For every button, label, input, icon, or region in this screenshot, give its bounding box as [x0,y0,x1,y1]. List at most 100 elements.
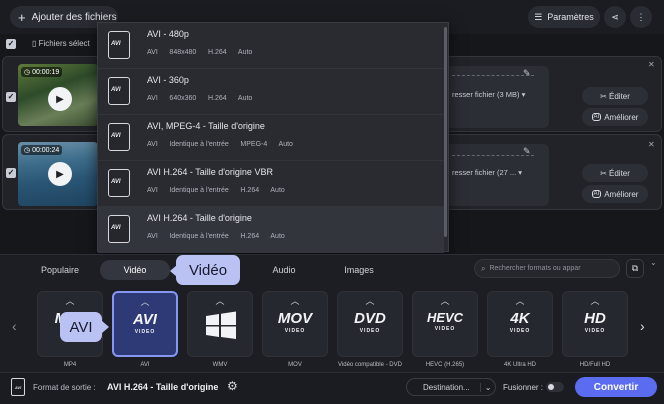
chevron-up-icon: ︿ [290,296,300,306]
merge-toggle[interactable] [546,382,564,392]
chevron-up-icon: ︿ [590,296,600,306]
files-selected-text: Fichiers sélect [38,39,90,48]
scroll-left-icon[interactable]: ‹ [12,318,17,334]
hd-logo-icon: HD VIDEO [584,310,606,334]
chevron-up-icon: ︿ [365,296,375,306]
play-icon[interactable]: ▶ [48,87,72,111]
edit-label: Éditer [609,91,630,101]
output-bar [0,372,664,404]
file-checkbox[interactable]: ✓ [6,168,16,178]
menu-item-avi-h264[interactable]: AVI AVI H.264 - Taille d'origine AVI Ide… [98,207,444,253]
video-thumbnail[interactable]: ◷ 00:00:19 ▶ [18,64,98,126]
chevron-up-icon: ︿ [140,297,150,307]
chevron-up-icon: ︿ [515,296,525,306]
tab-video[interactable]: Vidéo [100,260,170,280]
video-thumbnail[interactable]: ◷ 00:00:24 ▶ [18,142,98,206]
menu-item-meta: AVI Identique à l'entrée H.264 Auto [147,233,285,240]
improve-label: Améliorer [604,112,639,122]
settings-button[interactable]: ☰ Paramètres [528,6,600,28]
menu-item-title: AVI - 360p [147,75,189,85]
tab-images[interactable]: Images [324,260,394,280]
chevron-down-icon: ⌄ [479,382,491,392]
format-label: WMV [212,362,228,368]
tab-audio[interactable]: Audio [248,260,320,280]
more-menu-button[interactable]: ⋮ [630,6,652,28]
improve-button[interactable]: AI Améliorer [582,108,648,126]
close-icon[interactable]: ✕ [648,140,655,149]
avi-file-icon: AVI [108,31,130,59]
format-label: HEVC (H.265) [425,362,465,368]
duration-badge: ◷ 00:00:19 [21,67,63,77]
avi-file-icon: AVI [108,77,130,105]
chevron-up-icon: ︿ [215,296,225,306]
play-icon[interactable]: ▶ [48,162,72,186]
menu-item-avi-mpeg4[interactable]: AVI AVI, MPEG-4 - Taille d'origine AVI I… [98,115,444,161]
format-tile-wmv[interactable]: ︿ [187,291,253,357]
file-checkbox[interactable]: ✓ [6,92,16,102]
compress-text: resser fichier (27 ... [452,168,517,177]
format-label: 4K Ultra HD [503,362,536,368]
rename-icon[interactable] [452,154,534,156]
files-selected-label: ▯ Fichiers sélect [32,39,90,48]
device-detect-button[interactable]: ⧉ [626,259,644,278]
windows-logo-icon [206,311,236,339]
collapse-panel-icon[interactable]: ⌄ [650,258,657,267]
menu-item-title: AVI H.264 - Taille d'origine VBR [147,167,273,177]
menu-item-title: AVI - 480p [147,29,189,39]
destination-button[interactable]: Destination... ⌄ [406,378,496,396]
settings-label: Paramètres [547,12,594,22]
compress-dropdown[interactable]: resser fichier (27 ... ▾ [452,168,522,177]
format-tile-4k[interactable]: ︿ 4K VIDEO [487,291,553,357]
close-icon[interactable]: ✕ [648,60,655,69]
search-field[interactable]: ⌕ Rechercher formats ou appar [474,259,620,278]
menu-item-title: AVI H.264 - Taille d'origine [147,213,252,223]
rename-icon[interactable] [452,74,534,76]
destination-label: Destination... [423,382,470,392]
chevron-up-icon: ︿ [440,296,450,306]
search-icon: ⌕ [481,263,486,273]
compress-dropdown[interactable]: resser fichier (3 MB) ▾ [452,90,525,99]
tab-popular[interactable]: Populaire [22,260,98,280]
tooltip-avi: AVI [60,312,102,342]
convert-button[interactable]: Convertir [575,377,657,397]
pencil-icon[interactable]: ✎ [523,146,531,157]
share-button[interactable]: ⋖ [604,6,626,28]
format-label: MP4 [63,362,77,368]
edit-label: Éditer [609,168,630,178]
improve-button[interactable]: AI Améliorer [582,185,648,203]
edit-button[interactable]: ✂ Éditer [582,164,648,182]
share-icon: ⋖ [611,11,619,22]
format-tile-avi[interactable]: ︿ AVI VIDEO [112,291,178,357]
avi-file-icon: AVI [108,169,130,197]
edit-button[interactable]: ✂ Éditer [582,87,648,105]
output-format-icon: AVI [11,378,25,396]
menu-item-avi-360p[interactable]: AVI AVI - 360p AVI 640x360 H.264 Auto [98,69,444,115]
output-format-label: Format de sortie : [33,383,96,392]
more-vertical-icon: ⋮ [636,11,646,22]
duration-text: 00:00:24 [32,147,60,154]
output-settings-gear-icon[interactable]: ⚙ [227,379,238,393]
menu-item-avi-480p[interactable]: AVI AVI - 480p AVI 848x480 H.264 Auto [98,23,444,69]
pencil-icon[interactable]: ✎ [523,68,531,79]
add-files-label: Ajouter des fichiers [31,11,117,23]
menu-item-avi-h264-vbr[interactable]: AVI AVI H.264 - Taille d'origine VBR AVI… [98,161,444,207]
format-label: AVI [140,362,150,368]
ai-icon: AI [591,113,602,121]
mov-logo-icon: MOV VIDEO [277,310,313,334]
format-tile-mov[interactable]: ︿ MOV VIDEO [262,291,328,357]
dvd-logo-icon: DVD VIDEO [354,310,386,334]
select-all-checkbox[interactable]: ✓ [6,39,16,49]
menu-item-meta: AVI Identique à l'entrée MPEG-4 Auto [147,141,293,148]
format-tile-hevc[interactable]: ︿ HEVC VIDEO [412,291,478,357]
format-tile-dvd[interactable]: ︿ DVD VIDEO [337,291,403,357]
files-icon: ▯ [32,39,39,48]
menu-item-meta: AVI 640x360 H.264 Auto [147,95,253,102]
search-placeholder: Rechercher formats ou appar [489,265,581,272]
scroll-right-icon[interactable]: › [640,318,645,334]
menu-item-meta: AVI Identique à l'entrée H.264 Auto [147,187,285,194]
hevc-logo-icon: HEVC VIDEO [426,310,464,332]
avi-logo-icon: AVI VIDEO [133,311,157,335]
avi-file-icon: AVI [108,123,130,151]
format-tile-hd[interactable]: ︿ HD VIDEO [562,291,628,357]
menu-scrollbar[interactable] [444,27,447,237]
